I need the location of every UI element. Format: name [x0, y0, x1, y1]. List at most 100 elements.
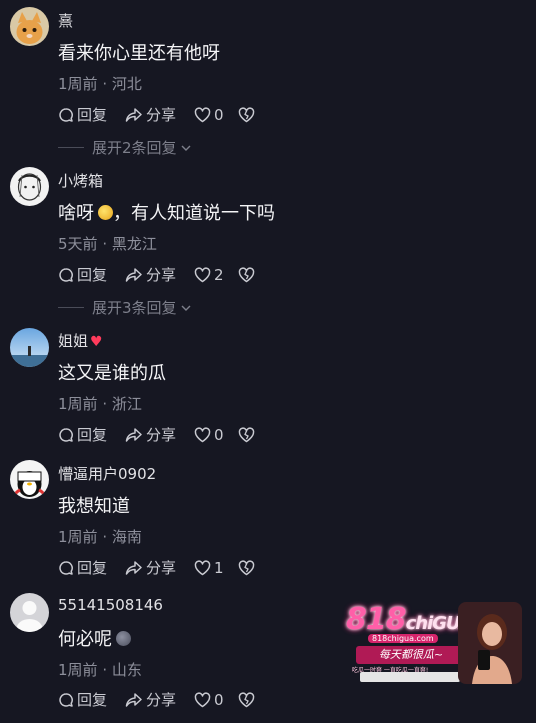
like-count: 2: [214, 265, 224, 284]
reply-button[interactable]: 回复: [58, 689, 107, 710]
heart-outline-icon: [194, 106, 211, 122]
comment-actions: 回复 分享 1: [58, 557, 258, 578]
expand-replies-label: 展开3条回复: [92, 299, 177, 317]
red-heart-icon: ♥: [90, 334, 103, 350]
reply-label: 回复: [77, 559, 108, 577]
comment-time: 1周前: [58, 75, 98, 93]
share-label: 分享: [146, 559, 177, 577]
like-count: 0: [214, 425, 224, 444]
comment-bubble-icon: [59, 107, 73, 122]
ad-logo: 818chiGUA: [346, 602, 473, 637]
share-arrow-icon: [125, 107, 142, 122]
username[interactable]: 小烤箱: [58, 170, 103, 191]
username-text: 姐姐: [58, 332, 89, 350]
like-count: 0: [214, 690, 224, 709]
comment-meta: 5天前 · 黑龙江: [58, 233, 157, 254]
avatar[interactable]: [10, 7, 49, 46]
dislike-button[interactable]: [238, 691, 258, 708]
username[interactable]: 55141508146: [58, 596, 163, 614]
divider-line: [58, 307, 84, 308]
broken-heart-icon: [238, 266, 254, 282]
meta-separator: ·: [102, 395, 108, 413]
like-button[interactable]: 1: [194, 559, 224, 577]
share-button[interactable]: 分享: [125, 557, 176, 578]
comment-actions: 回复 分享 2: [58, 264, 258, 285]
reply-label: 回复: [77, 266, 108, 284]
heart-outline-icon: [194, 266, 211, 282]
reply-label: 回复: [77, 106, 108, 124]
watermark-ad[interactable]: 818chiGUA 818chigua.com 每天都很瓜~ 吃瓜一时爽 一直吃…: [346, 602, 522, 684]
like-button[interactable]: 0: [194, 106, 224, 124]
comment-location: 海南: [111, 528, 142, 546]
share-button[interactable]: 分享: [125, 104, 176, 125]
share-label: 分享: [146, 426, 177, 444]
avatar[interactable]: [10, 593, 49, 632]
heart-outline-icon: [194, 559, 211, 575]
avatar[interactable]: [10, 460, 49, 499]
broken-heart-icon: [238, 106, 254, 122]
ad-logo-number: 818: [346, 602, 407, 637]
dislike-button[interactable]: [238, 559, 258, 576]
ad-banner-strip: [360, 672, 460, 682]
share-arrow-icon: [125, 560, 142, 575]
reply-button[interactable]: 回复: [58, 424, 107, 445]
username[interactable]: 懵逼用户0902: [58, 463, 156, 484]
dislike-button[interactable]: [238, 426, 258, 443]
sweat-face-emoji: [116, 631, 131, 646]
username[interactable]: 熹: [58, 10, 73, 31]
reply-label: 回复: [77, 691, 108, 709]
dislike-button[interactable]: [238, 106, 258, 123]
comment-text: 我想知道: [58, 496, 130, 517]
like-count: 0: [214, 105, 224, 124]
comment-meta: 1周前 · 海南: [58, 526, 142, 547]
username[interactable]: 姐姐 ♥: [58, 330, 103, 351]
comment-bubble-icon: [59, 560, 73, 575]
ad-url: 818chigua.com: [368, 634, 438, 643]
expand-replies-button[interactable]: 展开2条回复: [58, 137, 192, 158]
broken-heart-icon: [238, 559, 254, 575]
like-button[interactable]: 0: [194, 426, 224, 444]
comment-meta: 1周前 · 山东: [58, 659, 142, 680]
ad-photo: [458, 602, 522, 684]
comment-time: 1周前: [58, 661, 98, 679]
expand-replies-button[interactable]: 展开3条回复: [58, 297, 192, 318]
reply-button[interactable]: 回复: [58, 104, 107, 125]
share-label: 分享: [146, 691, 177, 709]
share-arrow-icon: [125, 692, 142, 707]
comment-meta: 1周前 · 河北: [58, 73, 142, 94]
comment-text: 这又是谁的瓜: [58, 363, 166, 384]
chevron-down-icon: [181, 305, 191, 311]
share-button[interactable]: 分享: [125, 424, 176, 445]
heart-outline-icon: [194, 691, 211, 707]
broken-heart-icon: [238, 426, 254, 442]
avatar[interactable]: [10, 167, 49, 206]
avatar[interactable]: [10, 328, 49, 367]
comment-text: 看来你心里还有他呀: [58, 43, 220, 64]
comment-text: 啥呀 ，有人知道说一下吗: [58, 199, 275, 225]
comment-bubble-icon: [59, 427, 73, 442]
divider-line: [58, 147, 84, 148]
share-label: 分享: [146, 266, 177, 284]
meta-separator: ·: [102, 528, 108, 546]
reply-button[interactable]: 回复: [58, 264, 107, 285]
smiling-face-emoji: [98, 205, 113, 220]
reply-button[interactable]: 回复: [58, 557, 107, 578]
reply-label: 回复: [77, 426, 108, 444]
dislike-button[interactable]: [238, 266, 258, 283]
share-button[interactable]: 分享: [125, 264, 176, 285]
like-button[interactable]: 2: [194, 266, 224, 284]
share-label: 分享: [146, 106, 177, 124]
like-button[interactable]: 0: [194, 691, 224, 709]
comment-text-part: 啥呀: [58, 203, 94, 224]
like-count: 1: [214, 558, 224, 577]
comment-text-part: ，有人知道说一下吗: [113, 203, 275, 224]
broken-heart-icon: [238, 691, 254, 707]
expand-replies-label: 展开2条回复: [92, 139, 177, 157]
comment-time: 5天前: [58, 235, 98, 253]
share-button[interactable]: 分享: [125, 689, 176, 710]
comment-bubble-icon: [59, 692, 73, 707]
comment-time: 1周前: [58, 395, 98, 413]
comment-time: 1周前: [58, 528, 98, 546]
comment-text: 何必呢: [58, 625, 131, 651]
meta-separator: ·: [102, 75, 108, 93]
